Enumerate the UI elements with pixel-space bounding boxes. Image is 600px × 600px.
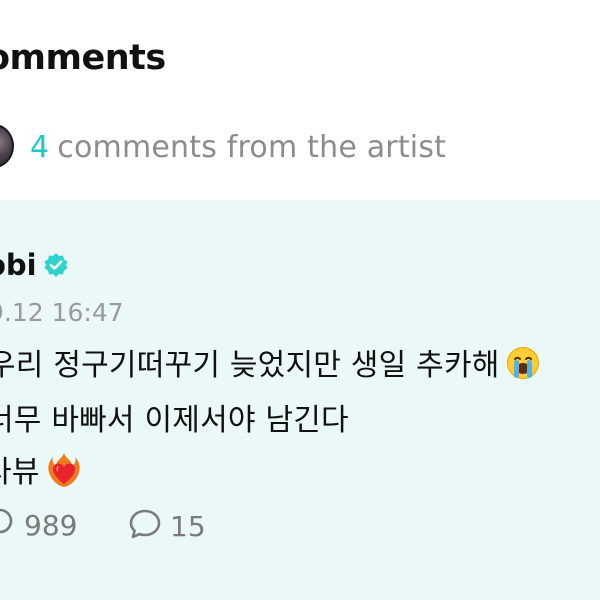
artist-comments-text: comments from the artist <box>57 130 447 165</box>
comments-screen: omments 4comments from the artist obi 9.… <box>0 0 600 600</box>
reply-count: 15 <box>170 509 206 543</box>
artist-comment-card: obi 9.12 16:47 우리 정구기떠꾸기 늦었지만 생일 추카해 <box>0 200 600 600</box>
comment-text-line-2: 너무 바빠서 이제서야 남긴다 <box>0 403 349 438</box>
reply-button[interactable]: 15 <box>128 508 206 544</box>
crying-face-emoji-icon <box>506 346 540 388</box>
comment-author-row[interactable]: obi <box>0 248 69 282</box>
artist-comments-label: 4 comments from the artist <box>30 130 446 165</box>
comment-text-line-3-text: 사뷰 <box>0 455 40 490</box>
section-title: omments <box>0 38 166 78</box>
like-icon <box>0 508 16 542</box>
like-button[interactable]: 989 <box>0 508 77 542</box>
heart-on-fire-emoji-icon <box>46 451 82 497</box>
comment-text-line-1: 우리 정구기떠꾸기 늦었지만 생일 추카해 <box>0 340 540 388</box>
comment-timestamp: 9.12 16:47 <box>0 298 124 327</box>
artist-avatar <box>0 124 14 168</box>
comment-text-line-1-text: 우리 정구기떠꾸기 늦었지만 생일 추카해 <box>0 348 500 383</box>
comment-author-name[interactable]: obi <box>0 248 37 282</box>
verified-badge-icon <box>43 252 69 278</box>
speech-bubble-icon <box>128 508 162 544</box>
artist-comments-count: 4 <box>30 130 50 165</box>
comment-text-line-3: 사뷰 <box>0 447 82 497</box>
like-count: 989 <box>24 508 78 542</box>
